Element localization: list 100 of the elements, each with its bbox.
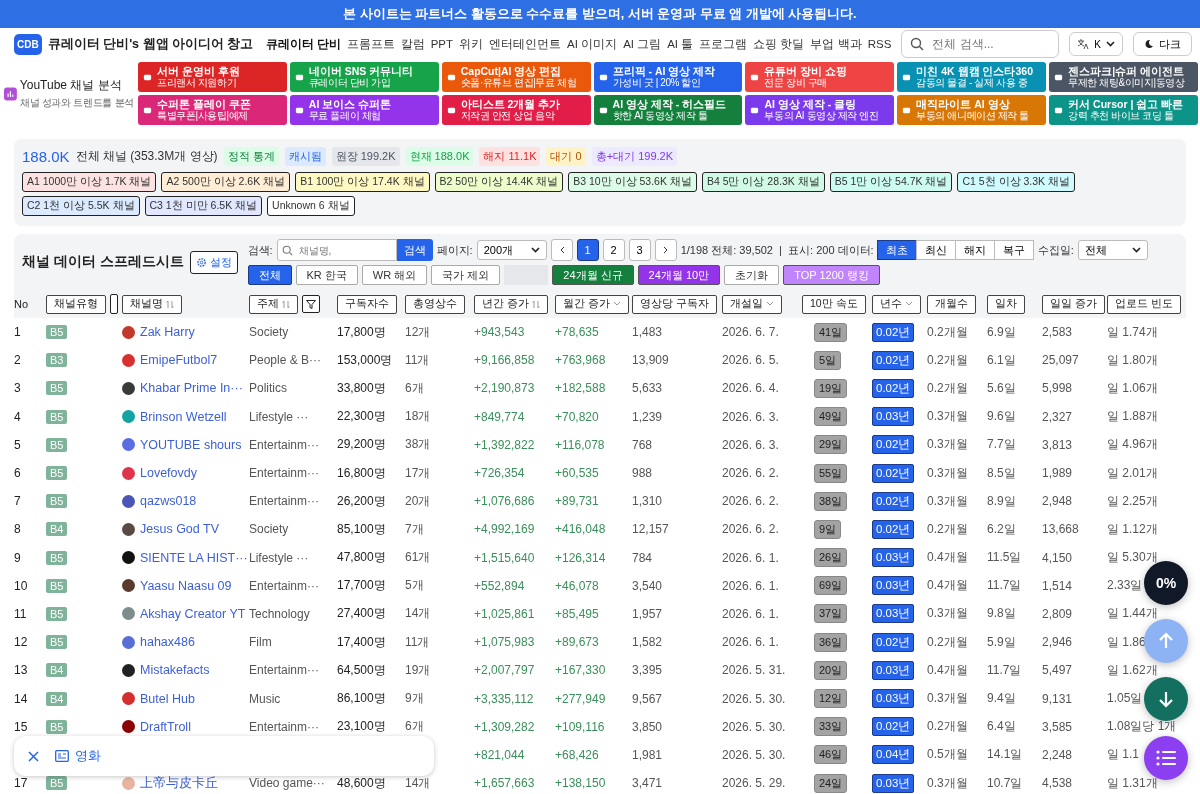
column-header[interactable]: 총영상수 (405, 294, 465, 314)
column-header[interactable]: 주제 (249, 294, 298, 314)
nav-link[interactable]: PPT (430, 38, 454, 50)
nav-link[interactable]: 프로그램 (699, 36, 748, 52)
promo-button[interactable]: AI 영상 제작 - 히스필드 핫한 AI 동영상 제작 툴 (593, 95, 743, 125)
channel-link[interactable]: Jesus God TV (140, 522, 219, 537)
promo-button[interactable]: 프리픽 - AI 영상 제작 가성비 굿 | 20% 할인 (593, 62, 743, 92)
nav-link[interactable]: AI 그림 (623, 36, 662, 52)
filter-button[interactable]: 전체 (247, 265, 292, 285)
collect-select[interactable]: 전체 (1077, 240, 1148, 260)
channel-link[interactable]: Brinson Wetzell (140, 409, 227, 424)
promo-button[interactable]: AI 영상 제작 - 클링 부동의 AI 동영상 제작 엔진 (745, 95, 895, 125)
filter-button[interactable]: 24개월 신규 (552, 265, 634, 285)
filter-button[interactable]: 국가 제외 (431, 265, 501, 285)
nav-link[interactable]: 엔터테인먼트 (489, 36, 562, 52)
grade-filter[interactable]: B2 50만 이상 14.4K 채널 (434, 172, 564, 192)
nav-link[interactable]: 부업 백과 (810, 36, 862, 52)
close-icon[interactable] (28, 750, 39, 762)
promo-button[interactable]: 유튜버 장비 쇼핑 전문 장비 구매 (745, 62, 895, 92)
channel-link[interactable]: hahax486 (140, 635, 195, 650)
channel-link[interactable]: Yaasu Naasu 09 (140, 578, 232, 593)
search-field[interactable]: 전체 검색... (901, 30, 1060, 58)
channel-link[interactable]: YOUTUBE shours (140, 437, 242, 452)
filter-button[interactable]: 24개월 10만 (637, 265, 721, 285)
column-header[interactable]: 년간 증가 (474, 294, 548, 314)
grade-filter[interactable]: B3 10만 이상 53.6K 채널 (568, 172, 697, 192)
grade-filter[interactable]: B5 1만 이상 54.7K 채널 (829, 172, 953, 192)
topic-cell: Technology (249, 606, 310, 621)
channel-link[interactable]: Akshay Creator YT (140, 606, 246, 621)
page-size-select[interactable]: 200개 (476, 240, 547, 260)
channel-link[interactable]: Khabar Prime In··· (140, 381, 243, 396)
filter-button[interactable]: KR 한국 (295, 265, 358, 285)
column-header[interactable]: 일차 (987, 294, 1025, 314)
filter-button[interactable]: 초기화 (724, 265, 780, 285)
app-card[interactable]: YouTube 채널 분석 채널 성과와 트렌드를 분석 (2, 62, 134, 125)
scroll-down-button[interactable] (1144, 677, 1188, 721)
channel-link[interactable]: Butel Hub (140, 691, 195, 706)
grade-filter[interactable]: A1 1000만 이상 1.7K 채널 (22, 172, 157, 192)
nav-link[interactable]: AI 툴 (667, 36, 694, 52)
nav-link[interactable]: RSS (867, 38, 892, 50)
promo-button[interactable]: AI 보이스 슈퍼톤 무료 플레이 체험 (289, 95, 439, 125)
column-header[interactable]: 영상당 구독자 (632, 294, 717, 314)
years-badge: 0.03년 (872, 576, 915, 596)
channel-search-input[interactable]: 채널명, (296, 243, 389, 257)
column-header[interactable]: 채널유형 (46, 294, 106, 314)
grade-filter[interactable]: C3 1천 미만 6.5K 채널 (144, 196, 263, 216)
nav-link[interactable]: 프롬프트 (346, 36, 395, 52)
mode-tab[interactable]: 최신 (915, 240, 956, 260)
logo[interactable]: CDB (14, 33, 42, 55)
column-header[interactable]: 구독자수 (337, 294, 397, 314)
channel-link[interactable]: SIENTE LA HIST··· (140, 550, 248, 565)
menu-button[interactable] (1144, 736, 1188, 780)
column-header[interactable]: 일일 증가 (1042, 294, 1105, 314)
language-select[interactable]: K (1069, 32, 1123, 56)
filter-button[interactable] (302, 295, 320, 313)
channel-link[interactable]: Zak Harry (140, 325, 195, 340)
mode-tab[interactable]: 해지 (954, 240, 995, 260)
column-toggle[interactable] (110, 294, 118, 314)
channel-link[interactable]: EmipeFutbol7 (140, 353, 218, 368)
channel-search-field[interactable]: 채널명, (276, 239, 397, 261)
channel-link[interactable]: Mistakefacts (140, 663, 210, 678)
column-header[interactable]: 채널명 (122, 294, 182, 314)
grade-filter[interactable]: C1 5천 이상 3.3K 채널 (957, 172, 1075, 192)
column-header[interactable]: 월간 증가 (555, 294, 629, 314)
nav-link[interactable]: 칼럼 (400, 36, 425, 52)
channel-link[interactable]: 上帝与皮卡丘 (140, 774, 218, 792)
column-header[interactable]: 개설일 (722, 294, 782, 314)
grade-filter[interactable]: B1 100만 이상 17.4K 채널 (295, 172, 430, 192)
channel-link[interactable]: qazws018 (140, 494, 197, 509)
grade-filter[interactable]: C2 1천 이상 5.5K 채널 (22, 196, 140, 216)
promo-button[interactable]: 서버 운영비 후원 프리랜서 지원하기 (138, 62, 287, 92)
theme-button[interactable]: 다크 (1133, 32, 1192, 56)
column-header[interactable]: 업로드 빈도 (1107, 294, 1181, 314)
grade-filter[interactable]: Unknown 6 채널 (267, 196, 355, 216)
settings-button[interactable]: 설정 (189, 250, 238, 274)
nav-link[interactable]: 쇼핑 핫딜 (753, 36, 805, 52)
page-button[interactable]: 1 (576, 239, 599, 261)
promo-button[interactable]: 미친 4K 웹캠 인스타360 감동의 물결 - 실제 사용 중 (897, 62, 1047, 92)
page-button[interactable]: 3 (628, 239, 651, 261)
search-button[interactable]: 검색 (396, 239, 433, 261)
page-button[interactable]: 2 (602, 239, 625, 261)
promo-button[interactable]: 젠스파크|슈퍼 에이전트 무제한 채팅&이미지|동영상 (1049, 62, 1198, 92)
filter-button[interactable]: WR 해외 (361, 265, 428, 285)
promo-button[interactable]: 커서 Cursor | 쉽고 빠른 강력 추천 바이브 코딩 툴 (1049, 95, 1198, 125)
mode-tab[interactable]: 복구 (993, 240, 1034, 260)
promo-button[interactable]: CapCut|AI 영상 편집 숏폼·유튜브 편집|무료 체험 (441, 62, 591, 92)
promo-button[interactable]: 수퍼톤 플레이 쿠폰 특별쿠폰|사용팁|예제 (138, 95, 287, 125)
mode-tab[interactable]: 최초 (876, 240, 917, 260)
nav-link[interactable]: 위키 (459, 36, 484, 52)
channel-link[interactable]: DraftTroll (140, 719, 191, 734)
column-header[interactable]: 10만 속도 (802, 294, 866, 314)
nav-link[interactable]: 큐레이터 단비 (265, 36, 341, 52)
site-title[interactable]: 큐레이터 단비's 웹앱 아이디어 창고 (47, 35, 254, 53)
grade-filter[interactable]: B4 5만 이상 28.3K 채널 (701, 172, 825, 192)
grade-filter[interactable]: A2 500만 이상 2.6K 채널 (161, 172, 291, 192)
column-header[interactable]: 개월수 (927, 294, 976, 314)
nav-link[interactable]: AI 이미지 (567, 36, 618, 52)
channel-link[interactable]: Lovefovdy (140, 466, 197, 481)
column-header[interactable]: 년수 (872, 294, 921, 314)
promo-button[interactable]: 아티스트 2개월 추가 저작권 안전 상업 음악 (441, 95, 591, 125)
